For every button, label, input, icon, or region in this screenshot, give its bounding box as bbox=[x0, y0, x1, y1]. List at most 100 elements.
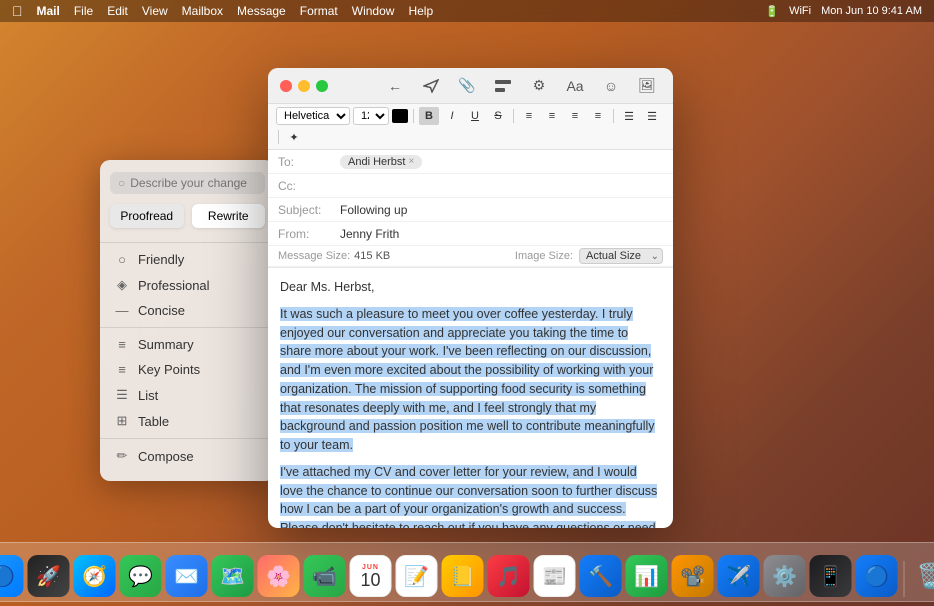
dock-news[interactable]: 📰 bbox=[534, 555, 576, 597]
dock-system-preferences[interactable]: ⚙️ bbox=[764, 555, 806, 597]
from-value: Jenny Frith bbox=[340, 227, 663, 241]
subject-value[interactable]: Following up bbox=[340, 203, 663, 217]
sidebar-item-friendly[interactable]: ○ Friendly bbox=[100, 247, 275, 272]
dock-separator bbox=[904, 561, 905, 597]
dock-messages[interactable]: 💬 bbox=[120, 555, 162, 597]
menubar-mail[interactable]: Mail bbox=[37, 4, 60, 18]
message-size-row: Message Size: 415 KB Image Size: Actual … bbox=[268, 246, 673, 267]
menubar-help[interactable]: Help bbox=[408, 4, 433, 18]
emoji-icon[interactable]: ☺ bbox=[597, 75, 625, 97]
more-format-button[interactable]: ✦ bbox=[284, 128, 304, 146]
email-paragraph-2: I've attached my CV and cover letter for… bbox=[280, 463, 661, 528]
dock-facetime[interactable]: 📹 bbox=[304, 555, 346, 597]
format-divider-1 bbox=[413, 109, 414, 123]
dock-numbers[interactable]: 📊 bbox=[626, 555, 668, 597]
align-right-button[interactable]: ≡ bbox=[565, 107, 585, 125]
menubar-battery: 🔋 bbox=[765, 5, 779, 18]
align-left-button[interactable]: ≡ bbox=[519, 107, 539, 125]
bullet-list-button[interactable]: ☰ bbox=[619, 107, 639, 125]
sidebar-label-concise: Concise bbox=[138, 303, 185, 318]
dock-maps[interactable]: 🗺️ bbox=[212, 555, 254, 597]
dock-keynote[interactable]: 📽️ bbox=[672, 555, 714, 597]
remove-recipient-icon[interactable]: × bbox=[408, 156, 414, 167]
sidebar-item-concise[interactable]: — Concise bbox=[100, 298, 275, 323]
dock-launchpad[interactable]: 🚀 bbox=[28, 555, 70, 597]
compose-icon: ✏ bbox=[114, 448, 130, 464]
dock-notes[interactable]: 📒 bbox=[442, 555, 484, 597]
text-color-button[interactable] bbox=[392, 109, 408, 123]
sidebar-item-summary[interactable]: ≡ Summary bbox=[100, 332, 275, 357]
menubar-left:  Mail File Edit View Mailbox Message Fo… bbox=[12, 3, 433, 19]
dock-screen-time[interactable]: 🔵 bbox=[856, 555, 898, 597]
dock-testflight[interactable]: ✈️ bbox=[718, 555, 760, 597]
sidebar-divider-2 bbox=[100, 327, 275, 328]
maximize-button[interactable] bbox=[316, 80, 328, 92]
rewrite-button[interactable]: Rewrite bbox=[192, 204, 266, 228]
attach-icon[interactable]: 📎 bbox=[453, 75, 481, 97]
sidebar-label-friendly: Friendly bbox=[138, 252, 184, 267]
sidebar-item-compose[interactable]: ✏ Compose bbox=[100, 443, 275, 469]
sidebar-search-wrapper[interactable]: ○ bbox=[110, 172, 265, 194]
dock-iphone-mirroring[interactable]: 📱 bbox=[810, 555, 852, 597]
send-button[interactable] bbox=[417, 75, 445, 97]
sidebar-item-professional[interactable]: ◈ Professional bbox=[100, 272, 275, 298]
menubar-edit[interactable]: Edit bbox=[107, 4, 128, 18]
dock-reminders[interactable]: 📝 bbox=[396, 555, 438, 597]
font-size-select[interactable]: 12 bbox=[353, 107, 389, 125]
sidebar-item-keypoints[interactable]: ≡ Key Points bbox=[100, 357, 275, 382]
dock: 🔵 🚀 🧭 💬 ✉️ 🗺️ 🌸 📹 JUN 10 📝 📒 🎵 📰 🔨 📊 📽️ … bbox=[0, 542, 934, 602]
dock-safari[interactable]: 🧭 bbox=[74, 555, 116, 597]
dock-photos[interactable]: 🌸 bbox=[258, 555, 300, 597]
menubar-view[interactable]: View bbox=[142, 4, 168, 18]
apple-menu[interactable]:  bbox=[12, 3, 23, 19]
dock-music[interactable]: 🎵 bbox=[488, 555, 530, 597]
proofread-button[interactable]: Proofread bbox=[110, 204, 184, 228]
email-greeting: Dear Ms. Herbst, bbox=[280, 278, 661, 297]
font-family-select[interactable]: Helvetica bbox=[276, 107, 350, 125]
email-headers: To: Andi Herbst × Cc: Subject: Following… bbox=[268, 150, 673, 268]
photo-icon[interactable]: 🖼 bbox=[633, 75, 661, 97]
from-row: From: Jenny Frith bbox=[268, 222, 673, 246]
numbered-list-button[interactable]: ☰ bbox=[642, 107, 662, 125]
table-icon: ⊞ bbox=[114, 413, 130, 429]
align-justify-button[interactable]: ≡ bbox=[588, 107, 608, 125]
back-icon[interactable]: ← bbox=[381, 75, 409, 97]
menubar-mailbox[interactable]: Mailbox bbox=[182, 4, 223, 18]
menubar-window[interactable]: Window bbox=[352, 4, 395, 18]
menubar-file[interactable]: File bbox=[74, 4, 93, 18]
message-size-value: 415 KB bbox=[354, 250, 390, 262]
dock-finder[interactable]: 🔵 bbox=[0, 555, 24, 597]
dock-xcode[interactable]: 🔨 bbox=[580, 555, 622, 597]
friendly-icon: ○ bbox=[114, 252, 130, 267]
sidebar-divider-1 bbox=[100, 242, 275, 243]
menubar-message[interactable]: Message bbox=[237, 4, 286, 18]
menubar-format[interactable]: Format bbox=[300, 4, 338, 18]
sidebar-item-list[interactable]: ☰ List bbox=[100, 382, 275, 408]
email-paragraph-1: It was such a pleasure to meet you over … bbox=[280, 305, 661, 455]
summary-icon: ≡ bbox=[114, 337, 130, 352]
sidebar-label-list: List bbox=[138, 388, 158, 403]
italic-button[interactable]: I bbox=[442, 107, 462, 125]
subject-label: Subject: bbox=[278, 203, 340, 217]
keypoints-icon: ≡ bbox=[114, 362, 130, 377]
align-center-button[interactable]: ≡ bbox=[542, 107, 562, 125]
close-button[interactable] bbox=[280, 80, 292, 92]
sidebar-item-table[interactable]: ⊞ Table bbox=[100, 408, 275, 434]
settings-icon[interactable]: ⚙ bbox=[525, 75, 553, 97]
image-size-section: Image Size: Actual Size bbox=[515, 248, 663, 264]
email-body[interactable]: Dear Ms. Herbst, It was such a pleasure … bbox=[268, 268, 673, 528]
bold-button[interactable]: B bbox=[419, 107, 439, 125]
dock-mail[interactable]: ✉️ bbox=[166, 555, 208, 597]
sidebar-search-input[interactable] bbox=[130, 176, 257, 190]
show-hide-icon[interactable] bbox=[489, 75, 517, 97]
recipient-tag[interactable]: Andi Herbst × bbox=[340, 155, 422, 169]
minimize-button[interactable] bbox=[298, 80, 310, 92]
menubar:  Mail File Edit View Mailbox Message Fo… bbox=[0, 0, 934, 22]
strikethrough-button[interactable]: S bbox=[488, 107, 508, 125]
font-icon[interactable]: Aa bbox=[561, 75, 589, 97]
image-size-select[interactable]: Actual Size bbox=[579, 248, 663, 264]
dock-calendar[interactable]: JUN 10 bbox=[350, 555, 392, 597]
search-icon: ○ bbox=[118, 176, 125, 190]
underline-button[interactable]: U bbox=[465, 107, 485, 125]
dock-trash[interactable]: 🗑️ bbox=[911, 555, 934, 597]
